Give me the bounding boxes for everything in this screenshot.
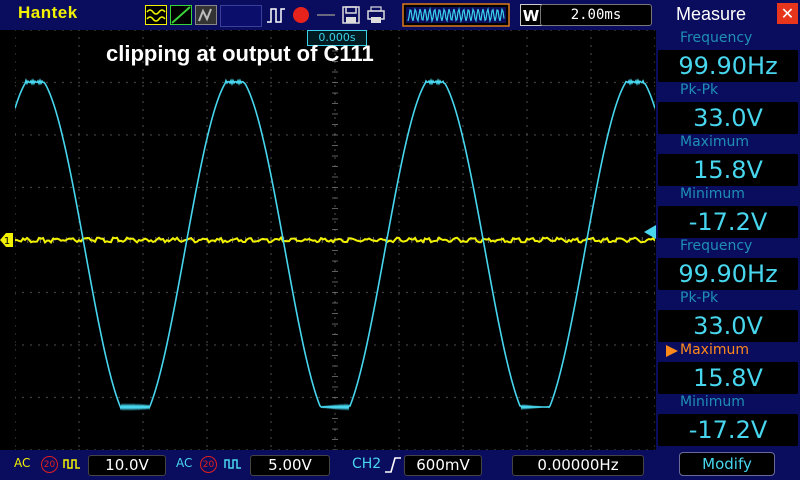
close-icon[interactable]: ✕ <box>777 3 798 24</box>
save-icon[interactable] <box>340 5 362 25</box>
persist-icon[interactable] <box>195 5 217 25</box>
record-icon[interactable] <box>290 5 312 25</box>
measure-value[interactable]: 99.90Hz <box>658 50 798 82</box>
ch1-level-marker[interactable]: 1 <box>0 232 14 248</box>
ch2-probe-icon <box>224 459 241 469</box>
measure-label: Maximum <box>680 134 749 150</box>
ch2-bandwidth-limit: 20 <box>200 456 217 473</box>
measure-label: Frequency <box>680 238 753 254</box>
svg-text:1: 1 <box>4 236 10 247</box>
memory-position-bar[interactable] <box>402 3 510 27</box>
measure-value[interactable]: 99.90Hz <box>658 258 798 290</box>
bottom-status-bar: AC 20 10.0V AC 20 5.00V CH2 600mV 0.0000… <box>0 450 656 480</box>
measure-value[interactable]: -17.2V <box>658 414 798 446</box>
timebase-display[interactable]: 2.00ms <box>540 4 652 26</box>
ch1-coupling: AC <box>14 456 31 470</box>
waveform-display <box>15 30 655 450</box>
top-status-bar: Hantek W 2.00ms <box>0 0 656 30</box>
measure-label: Minimum <box>680 394 745 410</box>
measure-panel: Measure ✕ Frequency 99.90Hz Pk-Pk 33.0V … <box>656 0 800 480</box>
measure-label-selected: Maximum <box>680 342 749 358</box>
toolbar-icons <box>145 5 387 27</box>
ch1-scale[interactable]: 10.0V <box>88 455 166 476</box>
measure-value[interactable]: -17.2V <box>658 206 798 238</box>
ch2-scale[interactable]: 5.00V <box>250 455 330 476</box>
trigger-source[interactable]: CH2 <box>352 456 381 472</box>
modify-button[interactable]: Modify <box>679 452 775 476</box>
frequency-counter: 0.00000Hz <box>512 455 644 476</box>
wave-type-icon[interactable] <box>145 5 167 25</box>
measure-label: Pk-Pk <box>680 82 719 98</box>
measure-label: Minimum <box>680 186 745 202</box>
print-icon[interactable] <box>365 5 387 25</box>
trigger-rising-edge-icon <box>385 457 401 473</box>
trigger-edge-icon[interactable] <box>265 5 287 25</box>
measure-title: Measure <box>676 4 747 24</box>
ch1-bandwidth-limit: 20 <box>41 456 58 473</box>
ch2-trace <box>15 78 655 412</box>
window-w-icon[interactable]: W <box>520 4 542 26</box>
selected-arrow-icon <box>666 345 678 357</box>
measure-value[interactable]: 15.8V <box>658 154 798 186</box>
blank-indicator <box>220 5 262 27</box>
trigger-point-icon <box>317 14 335 16</box>
measure-label: Pk-Pk <box>680 290 719 306</box>
measure-label: Frequency <box>680 30 753 46</box>
ramp-icon[interactable] <box>170 5 192 25</box>
measure-value[interactable]: 33.0V <box>658 310 798 342</box>
ch2-coupling: AC <box>176 456 193 470</box>
measure-value[interactable]: 33.0V <box>658 102 798 134</box>
measure-value[interactable]: 15.8V <box>658 362 798 394</box>
trigger-level-marker[interactable] <box>642 225 656 239</box>
brand-logo: Hantek <box>18 3 78 22</box>
svg-text:W: W <box>523 7 540 25</box>
waveform-annotation: clipping at output of C111 <box>106 41 374 66</box>
trigger-level[interactable]: 600mV <box>404 455 482 476</box>
ch1-probe-icon <box>63 459 80 469</box>
